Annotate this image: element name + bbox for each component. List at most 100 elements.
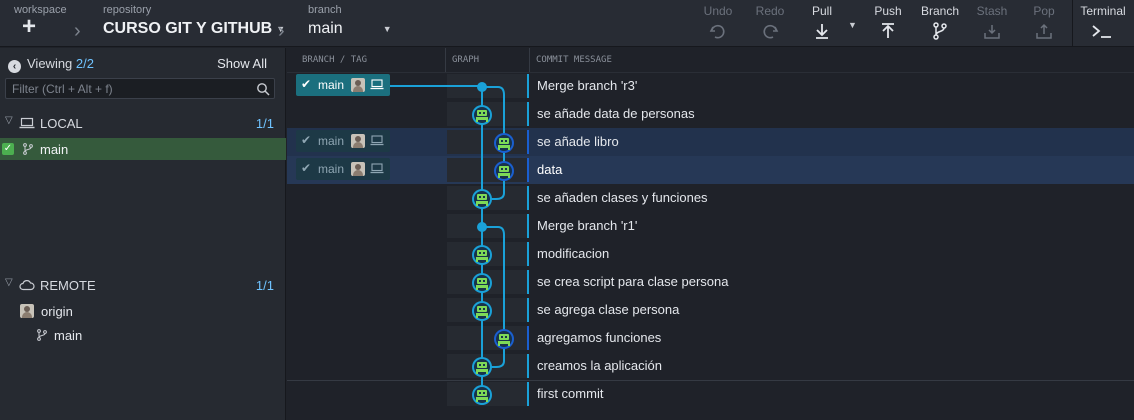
terminal-button[interactable]: Terminal	[1079, 0, 1127, 47]
pop-icon	[1036, 23, 1052, 39]
commit-message: se agrega clase persona	[537, 302, 680, 317]
avatar-leg	[486, 288, 488, 290]
push-icon	[882, 23, 894, 38]
commit-message: creamos la aplicación	[537, 358, 663, 373]
commit-message: se crea script para clase persona	[537, 274, 729, 289]
avatar-eye	[483, 392, 485, 394]
terminal-icon	[1092, 25, 1111, 38]
commit-row[interactable]: ✔ main se añade libro	[287, 128, 1134, 156]
commit-row[interactable]: Merge branch 'r1'	[287, 212, 1134, 240]
avatar-leg	[476, 372, 478, 374]
branch-tag[interactable]: ✔ main	[296, 130, 390, 152]
avatar-leg	[498, 148, 500, 150]
viewing-indicator[interactable]: ‹ Viewing 2/2	[8, 56, 94, 73]
avatar-eye	[505, 168, 507, 170]
chevron-right-icon: ›	[278, 20, 285, 42]
pop-button[interactable]: Pop	[1021, 0, 1067, 47]
avatar-leg	[498, 344, 500, 346]
avatar-eye	[483, 308, 485, 310]
left-panel: ‹ Viewing 2/2 Show All ▽ LOCAL 1/1 ✓ main…	[0, 48, 286, 420]
branch-button-label: Branch	[920, 4, 960, 18]
commit-row[interactable]: first commit	[287, 380, 1134, 408]
repository-selector[interactable]: CURSO GIT Y GITHUB ▼	[103, 20, 285, 38]
local-section-header[interactable]: ▽ LOCAL 1/1	[0, 113, 286, 135]
remote-count: 1/1	[255, 278, 274, 293]
column-divider[interactable]	[445, 48, 446, 72]
repository-name: CURSO GIT Y GITHUB	[103, 20, 273, 37]
search-icon	[257, 83, 270, 96]
pull-options-caret[interactable]: ▼	[848, 20, 857, 30]
column-divider[interactable]	[529, 48, 530, 72]
branch-icon	[37, 329, 47, 341]
avatar-eye	[505, 336, 507, 338]
redo-button[interactable]: Redo	[747, 0, 793, 47]
viewing-count: 2/2	[75, 56, 94, 71]
avatar-body	[476, 285, 488, 288]
row-divider	[287, 380, 1134, 381]
checkbox-checked-icon[interactable]: ✓	[2, 143, 14, 155]
avatar-body	[476, 369, 488, 372]
commit-row[interactable]: ✔ main data	[287, 156, 1134, 184]
commit-message: data	[537, 162, 563, 177]
avatar-eye	[483, 280, 485, 282]
avatar-body	[498, 173, 510, 176]
avatar-leg	[486, 120, 488, 122]
local-branch-label: main	[40, 142, 69, 157]
merge-commit-node	[477, 82, 487, 92]
avatar-eye	[501, 336, 503, 338]
branch-tag-label: main	[318, 162, 345, 176]
branch-tag-label: main	[318, 134, 345, 148]
stash-icon	[984, 25, 1000, 39]
author-avatar-icon	[477, 278, 487, 284]
show-all-button[interactable]: Show All	[217, 56, 267, 71]
commit-row[interactable]: se agrega clase persona	[287, 296, 1134, 324]
author-avatar	[351, 134, 365, 148]
commit-message: se añade libro	[537, 134, 619, 149]
back-icon[interactable]: ‹	[8, 60, 21, 73]
avatar-leg	[486, 316, 488, 318]
remote-section-header[interactable]: ▽ REMOTE 1/1	[0, 275, 286, 297]
local-branch-main[interactable]: ✓ main	[0, 138, 286, 160]
avatar-eye	[479, 392, 481, 394]
avatar-leg	[508, 176, 510, 178]
author-avatar-icon	[499, 334, 509, 340]
column-commit-message: COMMIT MESSAGE	[536, 55, 612, 65]
chevron-down-icon: ▽	[5, 277, 13, 288]
pull-button[interactable]: Pull	[799, 0, 845, 47]
avatar-leg	[476, 316, 478, 318]
commit-graph	[472, 82, 514, 405]
column-graph: GRAPH	[452, 55, 480, 65]
laptop-icon	[19, 117, 35, 129]
avatar-eye	[479, 308, 481, 310]
commit-message: first commit	[537, 386, 604, 401]
push-button[interactable]: Push	[865, 0, 911, 47]
branch-tag[interactable]: ✔ main	[296, 74, 390, 96]
add-workspace-button[interactable]: +	[22, 15, 36, 39]
undo-button[interactable]: Undo	[695, 0, 741, 47]
lane-color-bar	[527, 298, 529, 322]
column-branch-tag: BRANCH / TAG	[302, 55, 368, 65]
commit-row[interactable]: se añaden clases y funciones	[287, 184, 1134, 212]
commit-row[interactable]: agregamos funciones	[287, 324, 1134, 352]
commit-row[interactable]: se añade data de personas	[287, 100, 1134, 128]
stash-button[interactable]: Stash	[969, 0, 1015, 47]
commit-row[interactable]: creamos la aplicación	[287, 352, 1134, 380]
branch-icon	[933, 22, 947, 40]
branch-tag[interactable]: ✔ main	[296, 158, 390, 180]
author-avatar-icon	[477, 194, 487, 200]
lane-color-bar	[527, 102, 529, 126]
branch-label: branch	[308, 4, 342, 16]
branch-button[interactable]: Branch	[917, 0, 963, 47]
commit-row[interactable]: se crea script para clase persona	[287, 268, 1134, 296]
chevron-right-icon: ›	[74, 20, 81, 42]
laptop-icon	[370, 163, 384, 174]
branch-selector[interactable]: main ▼	[308, 20, 392, 38]
filter-input[interactable]	[6, 79, 246, 98]
repository-label: repository	[103, 4, 152, 16]
avatar-leg	[476, 400, 478, 402]
local-title: LOCAL	[40, 116, 83, 131]
author-avatar-icon	[499, 166, 509, 172]
commit-row[interactable]: modificacion	[287, 240, 1134, 268]
toolbar: workspace + › repository CURSO GIT Y GIT…	[0, 0, 1134, 47]
checkmark-icon: ✔	[301, 77, 312, 91]
